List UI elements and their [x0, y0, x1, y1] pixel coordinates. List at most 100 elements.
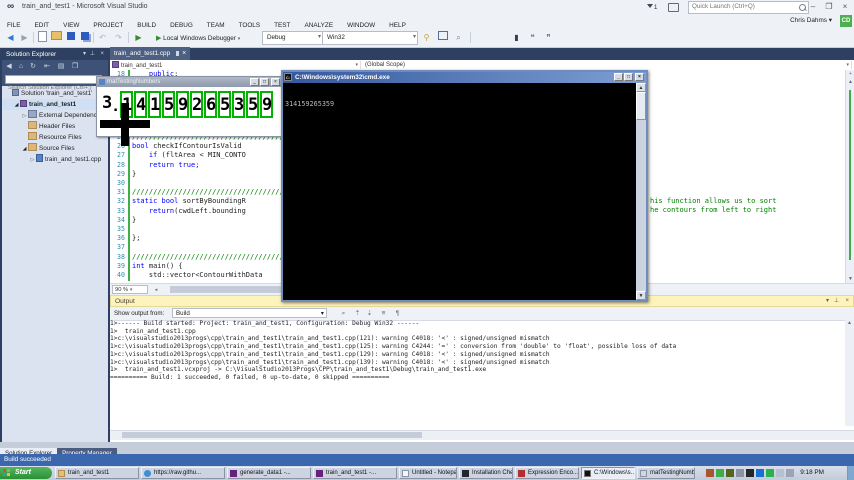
tree-item-source-files[interactable]: ◢ Source Files — [2, 143, 108, 154]
tray-icon[interactable] — [766, 469, 774, 477]
output-source-combo[interactable]: Build ▾ — [172, 308, 327, 318]
tray-icon[interactable] — [726, 469, 734, 477]
zoom-level-combo[interactable]: 90 % ▾ — [112, 285, 148, 294]
refresh-icon[interactable]: ↻ — [28, 62, 38, 71]
taskbar-button-https-raw-githu-[interactable]: https://raw.githu... — [141, 467, 225, 479]
clear-all-icon[interactable]: ≡ — [378, 309, 389, 318]
taskbar-button-generate-data1-[interactable]: generate_data1 -... — [227, 467, 311, 479]
taskbar-clock[interactable]: 9:18 PM — [800, 466, 824, 479]
tray-icon[interactable] — [746, 469, 754, 477]
solution-platforms-icon[interactable] — [436, 31, 449, 44]
search-box[interactable] — [5, 75, 102, 92]
configuration-combo[interactable]: Debug ▾ — [262, 31, 323, 45]
output-vertical-scrollbar[interactable]: ▲ — [845, 320, 854, 426]
taskbar-button-mattestingnumb-[interactable]: matTestingNumb... — [637, 467, 695, 479]
expander-icon[interactable]: ◢ — [21, 144, 28, 154]
maximize-button[interactable]: □ — [624, 73, 633, 81]
save-all-icon[interactable] — [78, 31, 91, 44]
member-scope-combo[interactable]: (Global Scope) ▾ — [361, 61, 852, 69]
scroll-up-icon[interactable]: ▲ — [636, 83, 646, 92]
show-desktop-button[interactable] — [847, 466, 854, 480]
tray-icon[interactable] — [786, 469, 794, 477]
tree-item-header-files[interactable]: Header Files — [2, 121, 108, 132]
window-position-icon[interactable]: ▾ — [83, 49, 86, 60]
project-scope-combo[interactable]: train_and_test1 ▾ — [110, 61, 361, 69]
taskbar-button-installation-cheat-[interactable]: Installation Cheat... — [459, 467, 513, 479]
comment-icon[interactable]: ❝ — [526, 31, 539, 44]
preview-icon[interactable]: ❐ — [70, 62, 80, 71]
minimize-button[interactable]: _ — [614, 73, 623, 81]
scroll-down-icon[interactable]: ▼ — [636, 291, 646, 300]
close-button[interactable]: × — [838, 1, 852, 12]
output-log[interactable]: 1>------ Build started: Project: train_a… — [110, 320, 845, 426]
local-windows-debugger-button[interactable]: ▶ Local Windows Debugger ▾ — [150, 31, 246, 44]
word-wrap-icon[interactable]: ¶ — [392, 309, 403, 318]
next-message-icon[interactable]: ⇣ — [364, 309, 375, 318]
scroll-left-icon[interactable]: ◂ — [152, 286, 160, 294]
close-button[interactable]: × — [271, 78, 280, 86]
properties-icon[interactable]: ▤ — [56, 62, 66, 71]
new-file-icon[interactable] — [36, 31, 49, 44]
output-horizontal-scrollbar[interactable] — [110, 430, 854, 440]
quick-launch-input[interactable] — [692, 2, 792, 11]
solution-explorer-title[interactable]: Solution Explorer ▾ ⊥ × — [2, 49, 108, 60]
close-icon[interactable]: × — [845, 296, 849, 307]
editor-vertical-scrollbar[interactable]: + ▲ ▼ — [845, 70, 854, 283]
quick-launch-box[interactable] — [688, 1, 809, 14]
expander-icon[interactable]: ▷ — [29, 155, 36, 165]
uncomment-icon[interactable]: ❞ — [542, 31, 555, 44]
taskbar-button-train-and-test1-[interactable]: train_and_test1 -... — [313, 467, 397, 479]
minimize-button[interactable]: – — [806, 1, 820, 12]
find-icon[interactable]: ⌕ — [452, 31, 465, 44]
pin-icon[interactable]: ⊥ — [90, 49, 95, 60]
platform-combo[interactable]: Win32 ▾ — [322, 31, 418, 45]
close-icon[interactable]: × — [100, 49, 104, 60]
scroll-up-icon[interactable]: ▲ — [846, 78, 854, 86]
navigate-back-icon[interactable]: ◀ — [4, 31, 17, 44]
scroll-up-icon[interactable]: ▲ — [845, 320, 854, 326]
feedback-icon[interactable] — [668, 3, 679, 12]
pin-icon[interactable] — [176, 51, 180, 56]
collapse-all-icon[interactable]: ⇤ — [42, 62, 52, 71]
tray-icon[interactable] — [756, 469, 764, 477]
redo-icon[interactable]: ↷ — [112, 31, 125, 44]
pin-icon[interactable]: ⊥ — [834, 296, 839, 307]
find-message-icon[interactable]: ⌕ — [338, 309, 349, 318]
notification-flag-icon[interactable]: 1 — [647, 3, 657, 11]
tab-train-and-test1-cpp[interactable]: train_and_test1.cpp × — [110, 47, 191, 60]
user-menu[interactable]: Chris Dahms ▾ — [790, 14, 832, 28]
close-button[interactable]: × — [635, 73, 644, 81]
close-tab-icon[interactable]: × — [182, 50, 186, 57]
cmd-console[interactable]: 314159265359 — [283, 83, 636, 300]
tree-item-external-dependencies[interactable]: ▷ External Dependencies — [2, 110, 108, 121]
maximize-button[interactable]: □ — [260, 78, 269, 86]
open-file-icon[interactable] — [50, 31, 63, 44]
cmd-scrollbar[interactable]: ▲ ▼ — [636, 83, 646, 300]
tray-icon[interactable] — [776, 469, 784, 477]
taskbar-button-untitled-notepad[interactable]: Untitled - Notepad — [399, 467, 457, 479]
minimize-button[interactable]: _ — [250, 78, 259, 86]
back-icon[interactable]: ◀ — [4, 62, 14, 71]
undo-icon[interactable]: ↶ — [96, 31, 109, 44]
expander-icon[interactable]: ◢ — [13, 100, 20, 110]
scroll-down-icon[interactable]: ▼ — [846, 275, 854, 283]
scroll-thumb[interactable] — [636, 92, 646, 120]
taskbar-button-c-windows-s-[interactable]: C:\Windows\s... — [581, 467, 635, 479]
taskbar-button-train-and-test1[interactable]: train_and_test1 — [55, 467, 139, 479]
restore-button[interactable]: ❐ — [822, 1, 836, 12]
mat-window-title-bar[interactable]: matTestingNumbers _ □ × — [97, 77, 282, 87]
tree-item-resource-files[interactable]: Resource Files — [2, 132, 108, 143]
home-icon[interactable]: ⌂ — [16, 62, 26, 71]
tree-item-train-and-test1[interactable]: ◢ train_and_test1 — [2, 99, 108, 110]
bookmark-icon[interactable]: ▮ — [510, 31, 523, 44]
start-icon[interactable]: ▶ — [132, 31, 145, 44]
tree-item-solution-train-and-test1-[interactable]: Solution 'train_and_test1' — [2, 88, 108, 99]
tree-item-train-and-test1-cpp[interactable]: ▷ train_and_test1.cpp — [2, 154, 108, 165]
save-icon[interactable] — [64, 31, 77, 44]
taskbar-button-expression-enco-[interactable]: Expression Enco... — [515, 467, 579, 479]
tray-icon[interactable] — [716, 469, 724, 477]
cmd-title-bar[interactable]: C: C:\Windows\system32\cmd.exe _ □ × — [283, 72, 646, 83]
tray-icon[interactable] — [736, 469, 744, 477]
start-button[interactable]: Start — [0, 467, 52, 479]
tray-icon[interactable] — [706, 469, 714, 477]
